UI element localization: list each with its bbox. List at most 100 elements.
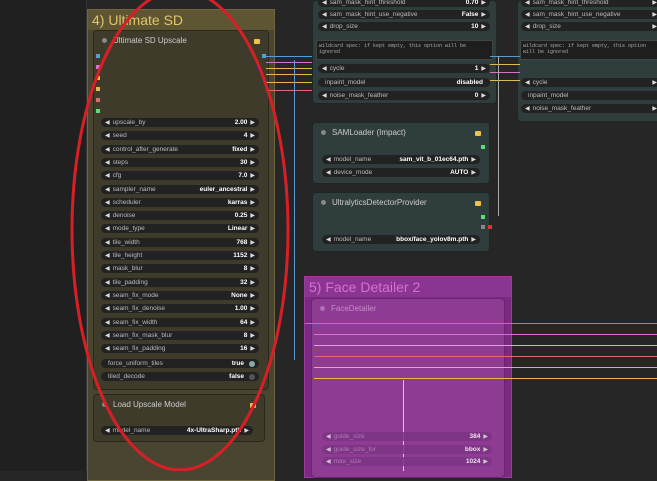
usd-widget-cfg[interactable]: ◀ cfg 7.0 ▶ [101,171,259,181]
usd-widget-denoise[interactable]: ◀ denoise 0.25 ▶ [101,211,259,221]
detailer-widget-sam-mask-hint-threshold[interactable]: ◀ sam_mask_hint_threshold 0.70 ▶ [318,0,490,7]
arrow-right-icon[interactable]: ▶ [483,446,488,453]
noise-mask-feather-widget[interactable]: ◀ noise_mask_feather 0 ▶ [318,91,490,100]
arrow-left-icon[interactable]: ◀ [105,186,110,193]
arrow-right-icon[interactable]: ▶ [250,239,255,246]
node-header[interactable]: FaceDetailer [312,299,504,317]
output-slot[interactable] [481,225,485,229]
usd-widget-scheduler[interactable]: ◀ scheduler karras ▶ [101,197,259,207]
usd-widget-sampler-name[interactable]: ◀ sampler_name euler_ancestral ▶ [101,184,259,194]
arrow-left-icon[interactable]: ◀ [322,11,327,18]
arrow-right-icon[interactable]: ▶ [652,23,657,30]
usd-widget-upscale-by[interactable]: ◀ upscale_by 2.00 ▶ [101,118,259,127]
arrow-right-icon[interactable]: ▶ [250,345,255,352]
arrow-left-icon[interactable]: ◀ [326,433,331,440]
wildcard-textarea[interactable]: wildcard spec: if kept empty, this optio… [316,40,493,60]
arrow-right-icon[interactable]: ▶ [250,225,255,232]
face-detailer-widget-max-size[interactable]: ◀ max_size 1024 ▶ [322,457,492,466]
arrow-left-icon[interactable]: ◀ [105,305,110,312]
arrow-right-icon[interactable]: ▶ [250,292,255,299]
arrow-right-icon[interactable]: ▶ [483,433,488,440]
arrow-left-icon[interactable]: ◀ [105,172,110,179]
arrow-right-icon[interactable]: ▶ [250,186,255,193]
arrow-left-icon[interactable]: ◀ [105,239,110,246]
arrow-right-icon[interactable]: ▶ [483,458,488,465]
arrow-right-icon[interactable]: ▶ [250,252,255,259]
detailer-widget-sam-mask-hint-use-negative[interactable]: ◀ sam_mask_hint_use_negative False ▶ [318,10,490,19]
arrow-left-icon[interactable]: ◀ [525,0,530,6]
arrow-right-icon[interactable]: ▶ [250,119,255,126]
ultralytics-model-combo[interactable]: ◀ model_name bbox/face_yolov8m.pth ▶ [322,235,480,244]
arrow-right-icon[interactable]: ▶ [250,319,255,326]
usd-widget-seam-fix-denoise[interactable]: ◀ seam_fix_denoise 1.00 ▶ [101,304,259,314]
cycle-widget-right[interactable]: ◀ cycle ▶ [521,78,657,87]
arrow-left-icon[interactable]: ◀ [105,225,110,232]
arrow-left-icon[interactable]: ◀ [326,458,331,465]
face-detailer-widget-guide-size[interactable]: ◀ guide_size 384 ▶ [322,432,492,441]
arrow-left-icon[interactable]: ◀ [322,65,327,72]
lock-icon[interactable] [475,201,481,206]
arrow-right-icon[interactable]: ▶ [250,159,255,166]
arrow-left-icon[interactable]: ◀ [105,199,110,206]
arrow-right-icon[interactable]: ▶ [250,332,255,339]
arrow-left-icon[interactable]: ◀ [105,212,110,219]
arrow-left-icon[interactable]: ◀ [322,92,327,99]
arrow-right-icon[interactable]: ▶ [250,212,255,219]
arrow-left-icon[interactable]: ◀ [105,252,110,259]
collapse-dot-icon[interactable] [320,305,325,311]
arrow-left-icon[interactable]: ◀ [326,446,331,453]
arrow-right-icon[interactable]: ▶ [250,146,255,153]
arrow-right-icon[interactable]: ▶ [471,156,476,163]
arrow-right-icon[interactable]: ▶ [481,65,486,72]
node-header[interactable]: UltralyticsDetectorProvider [313,193,489,211]
arrow-left-icon[interactable]: ◀ [105,265,110,272]
arrow-left-icon[interactable]: ◀ [105,119,110,126]
arrow-right-icon[interactable]: ▶ [250,132,255,139]
node-header[interactable]: SAMLoader (Impact) [313,123,489,141]
arrow-left-icon[interactable]: ◀ [105,332,110,339]
arrow-right-icon[interactable]: ▶ [250,265,255,272]
samloader-widget-model-name[interactable]: ◀ model_name sam_vit_b_01ec64.pth ▶ [322,155,480,164]
usd-widget-tile-padding[interactable]: ◀ tile_padding 32 ▶ [101,277,259,287]
arrow-right-icon[interactable]: ▶ [652,105,657,112]
arrow-left-icon[interactable]: ◀ [105,279,110,286]
detailer-right-widget[interactable]: ◀ sam_mask_hint_threshold ▶ [521,0,657,7]
arrow-right-icon[interactable]: ▶ [652,11,657,18]
arrow-right-icon[interactable]: ▶ [652,0,657,6]
arrow-right-icon[interactable]: ▶ [652,79,657,86]
detailer-right-widget[interactable]: ◀ drop_size ▶ [521,22,657,31]
arrow-right-icon[interactable]: ▶ [481,11,486,18]
toggle-tiled-decode[interactable]: tiled_decode false [101,372,259,381]
usd-widget-mask-blur[interactable]: ◀ mask_blur 8 ▶ [101,264,259,274]
usd-widget-seam-fix-padding[interactable]: ◀ seam_fix_padding 16 ▶ [101,344,259,354]
arrow-left-icon[interactable]: ◀ [105,292,110,299]
face-detailer-widget-guide-size-for[interactable]: ◀ guide_size_for bbox ▶ [322,444,492,454]
toggle-force-uniform-tiles[interactable]: force_uniform_tiles true [101,359,259,368]
arrow-right-icon[interactable]: ▶ [250,305,255,312]
arrow-left-icon[interactable]: ◀ [525,23,530,30]
collapse-dot-icon[interactable] [321,129,326,135]
arrow-left-icon[interactable]: ◀ [105,319,110,326]
inpaint-model-toggle-right[interactable]: inpaint_model [521,91,657,100]
arrow-right-icon[interactable]: ▶ [250,279,255,286]
wildcard-textarea-right[interactable]: wildcard spec: if kept empty, this optio… [520,40,657,60]
usd-widget-tile-width[interactable]: ◀ tile_width 768 ▶ [101,237,259,247]
usd-widget-seed[interactable]: ◀ seed 4 ▶ [101,131,259,141]
arrow-left-icon[interactable]: ◀ [525,105,530,112]
usd-widget-tile-height[interactable]: ◀ tile_height 1152 ▶ [101,251,259,260]
arrow-left-icon[interactable]: ◀ [105,159,110,166]
inpaint-model-toggle[interactable]: inpaint_model disabled [318,78,490,87]
arrow-right-icon[interactable]: ▶ [481,0,486,6]
collapse-dot-icon[interactable] [321,199,326,205]
arrow-left-icon[interactable]: ◀ [326,156,331,163]
arrow-left-icon[interactable]: ◀ [105,345,110,352]
arrow-right-icon[interactable]: ▶ [471,236,476,243]
arrow-right-icon[interactable]: ▶ [471,169,476,176]
arrow-left-icon[interactable]: ◀ [105,132,110,139]
lock-icon[interactable] [475,131,481,136]
toggle-knob-icon[interactable] [249,360,255,367]
detailer-widget-drop-size[interactable]: ◀ drop_size 10 ▶ [318,22,490,31]
arrow-left-icon[interactable]: ◀ [322,0,327,6]
samloader-widget-device-mode[interactable]: ◀ device_mode AUTO ▶ [322,168,480,177]
arrow-right-icon[interactable]: ▶ [250,172,255,179]
